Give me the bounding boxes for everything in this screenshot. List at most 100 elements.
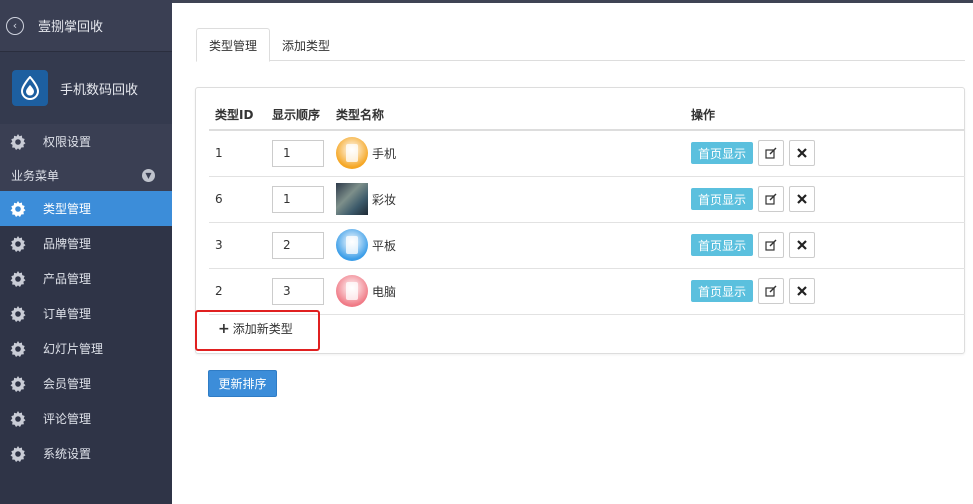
delete-button[interactable] bbox=[789, 232, 816, 258]
update-sort-button[interactable]: 更新排序 bbox=[208, 370, 277, 397]
back-circle-icon[interactable]: ‹ bbox=[6, 16, 24, 35]
makeup-image bbox=[336, 183, 368, 215]
chevron-down-icon[interactable]: ▼ bbox=[142, 168, 155, 182]
cell-id: 2 bbox=[209, 268, 266, 315]
type-table: 类型ID 显示顺序 类型名称 操作 1手机首页显示6彩妆首页显示3平板首页显示2… bbox=[209, 100, 965, 315]
highlight-box bbox=[195, 310, 320, 351]
sidebar: ‹ 壹捌掌回收 手机数码回收 权限设置 业务菜单 ▼ 类型管理品牌管理产品管理订… bbox=[0, 0, 172, 504]
sidebar-item-label: 品牌管理 bbox=[43, 237, 92, 251]
col-header-id: 类型ID bbox=[209, 100, 266, 131]
cell-order bbox=[266, 222, 330, 269]
sidebar-item-label: 系统设置 bbox=[43, 447, 92, 461]
sort-order-input[interactable] bbox=[272, 277, 324, 305]
sidebar-item-label: 产品管理 bbox=[43, 272, 92, 286]
sidebar-item-2[interactable]: 产品管理 bbox=[0, 261, 172, 296]
close-icon bbox=[797, 194, 807, 204]
type-name: 彩妆 bbox=[372, 192, 397, 207]
sidebar-item-5[interactable]: 会员管理 bbox=[0, 366, 172, 401]
sidebar-item-label: 会员管理 bbox=[43, 377, 92, 391]
cell-id: 3 bbox=[209, 222, 266, 269]
edit-button[interactable] bbox=[758, 232, 785, 258]
cell-order bbox=[266, 176, 330, 223]
edit-icon bbox=[765, 239, 777, 251]
type-name: 电脑 bbox=[372, 284, 397, 299]
sort-order-input[interactable] bbox=[272, 231, 324, 259]
sidebar-item-label: 幻灯片管理 bbox=[43, 342, 104, 356]
home-display-button[interactable]: 首页显示 bbox=[691, 280, 754, 302]
phone-icon bbox=[336, 137, 368, 170]
gear-icon bbox=[9, 235, 26, 252]
cell-name: 电脑 bbox=[330, 268, 685, 315]
delete-button[interactable] bbox=[789, 140, 816, 167]
section-label: 业务菜单 bbox=[11, 168, 60, 183]
sidebar-item-3[interactable]: 订单管理 bbox=[0, 296, 172, 331]
cell-actions: 首页显示 bbox=[685, 222, 965, 269]
delete-button[interactable] bbox=[789, 278, 816, 304]
sidebar-item-6[interactable]: 评论管理 bbox=[0, 401, 172, 436]
tab-add-type[interactable]: 添加类型 bbox=[270, 28, 342, 62]
table-row: 6 彩妆 首页显示 bbox=[209, 176, 965, 223]
edit-button[interactable] bbox=[758, 186, 785, 212]
gear-icon bbox=[9, 410, 26, 427]
gear-icon bbox=[9, 270, 26, 287]
sidebar-item-7[interactable]: 系统设置 bbox=[0, 436, 172, 471]
sidebar-item-label: 权限设置 bbox=[43, 135, 92, 149]
edit-button[interactable] bbox=[758, 278, 785, 304]
cell-order bbox=[266, 130, 330, 177]
cell-order bbox=[266, 268, 330, 315]
edit-icon bbox=[765, 147, 777, 159]
laptop-icon bbox=[336, 275, 368, 307]
cell-name: 彩妆 bbox=[330, 176, 685, 223]
site-title: 壹捌掌回收 bbox=[38, 20, 104, 35]
app-name: 手机数码回收 bbox=[60, 82, 139, 98]
close-icon bbox=[797, 240, 807, 250]
sidebar-item-label: 订单管理 bbox=[43, 307, 92, 321]
close-icon bbox=[797, 286, 807, 296]
col-header-order: 显示顺序 bbox=[266, 100, 330, 131]
cell-id: 6 bbox=[209, 176, 266, 223]
type-name: 平板 bbox=[372, 238, 397, 253]
type-name: 手机 bbox=[372, 146, 397, 161]
edit-icon bbox=[765, 285, 777, 297]
main-content: 类型管理 添加类型 类型ID 显示顺序 类型名称 操作 1手机首页显示6彩妆首页… bbox=[172, 3, 973, 504]
edit-icon bbox=[765, 193, 777, 205]
delete-button[interactable] bbox=[789, 186, 816, 212]
cell-actions: 首页显示 bbox=[685, 176, 965, 223]
sidebar-header[interactable]: ‹ 壹捌掌回收 bbox=[0, 0, 172, 52]
home-display-button[interactable]: 首页显示 bbox=[691, 142, 754, 165]
table-row: 1 手机 首页显示 bbox=[209, 130, 965, 177]
sidebar-section-business[interactable]: 业务菜单 ▼ bbox=[0, 159, 172, 191]
tab-bar: 类型管理 添加类型 bbox=[196, 28, 965, 62]
gear-icon bbox=[9, 305, 26, 322]
sidebar-item-permissions[interactable]: 权限设置 bbox=[0, 124, 172, 159]
table-row: 3 平板 首页显示 bbox=[209, 222, 965, 269]
edit-button[interactable] bbox=[758, 140, 785, 167]
col-header-name: 类型名称 bbox=[330, 100, 685, 131]
gear-icon bbox=[9, 445, 26, 462]
col-header-actions: 操作 bbox=[685, 100, 965, 131]
sort-order-input[interactable] bbox=[272, 139, 324, 167]
tab-type-management[interactable]: 类型管理 bbox=[196, 28, 271, 62]
table-row: 2 电脑 首页显示 bbox=[209, 268, 965, 315]
close-icon bbox=[797, 148, 807, 159]
gear-icon bbox=[9, 133, 26, 150]
sidebar-item-label: 类型管理 bbox=[43, 202, 92, 216]
gear-icon bbox=[9, 340, 26, 357]
cell-name: 平板 bbox=[330, 222, 685, 269]
sort-order-input[interactable] bbox=[272, 185, 324, 213]
app-block: 手机数码回收 bbox=[0, 52, 172, 124]
app-logo-icon bbox=[12, 70, 48, 106]
gear-icon bbox=[9, 200, 26, 217]
sidebar-item-1[interactable]: 品牌管理 bbox=[0, 226, 172, 261]
sidebar-item-4[interactable]: 幻灯片管理 bbox=[0, 331, 172, 366]
sidebar-item-0[interactable]: 类型管理 bbox=[0, 191, 172, 226]
cell-actions: 首页显示 bbox=[685, 130, 965, 177]
sidebar-item-label: 评论管理 bbox=[43, 412, 92, 426]
gear-icon bbox=[9, 375, 26, 392]
tablet-icon bbox=[336, 229, 368, 261]
cell-name: 手机 bbox=[330, 130, 685, 177]
home-display-button[interactable]: 首页显示 bbox=[691, 188, 754, 210]
home-display-button[interactable]: 首页显示 bbox=[691, 234, 754, 256]
cell-id: 1 bbox=[209, 130, 266, 177]
cell-actions: 首页显示 bbox=[685, 268, 965, 315]
